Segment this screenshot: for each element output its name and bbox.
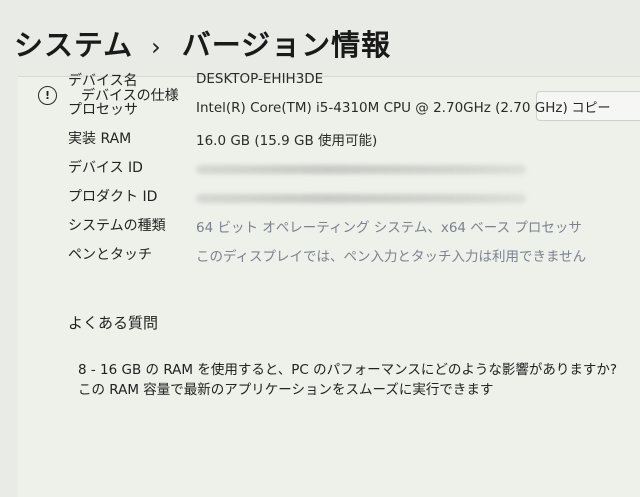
page-title: バージョン情報	[181, 28, 392, 62]
spec-label: デバイス ID	[68, 160, 143, 176]
spec-value: 16.0 GB (15.9 GB 使用可能)	[196, 133, 378, 149]
spec-label: プロセッサ	[68, 102, 138, 118]
faq-text: 8 - 16 GB の RAM を使用すると、PC のパフォーマンスにどのような…	[78, 362, 618, 398]
spec-value: DESKTOP-EHIH3DE	[196, 71, 324, 87]
spec-value: Intel(R) Core(TM) i5-4310M CPU @ 2.70GHz…	[196, 100, 568, 116]
spec-value: このディスプレイでは、ペン入力とタッチ入力は利用できません	[196, 249, 587, 265]
redacted-value	[196, 165, 526, 174]
spec-label: システムの種類	[68, 218, 166, 234]
breadcrumb-separator: ›	[151, 33, 162, 61]
faq-title[interactable]: よくある質問	[68, 312, 158, 333]
spec-label: デバイス名	[68, 73, 138, 89]
spec-label: ペンとタッチ	[68, 247, 152, 263]
spec-label: 実装 RAM	[68, 131, 132, 147]
page-header: システム › バージョン情報	[14, 22, 391, 64]
spec-value: 64 ビット オペレーティング システム、x64 ベース プロセッサ	[196, 220, 582, 236]
info-icon: !	[38, 85, 57, 105]
spec-label: プロダクト ID	[68, 189, 158, 205]
redacted-value	[196, 194, 526, 203]
breadcrumb-parent[interactable]: システム	[14, 28, 133, 62]
